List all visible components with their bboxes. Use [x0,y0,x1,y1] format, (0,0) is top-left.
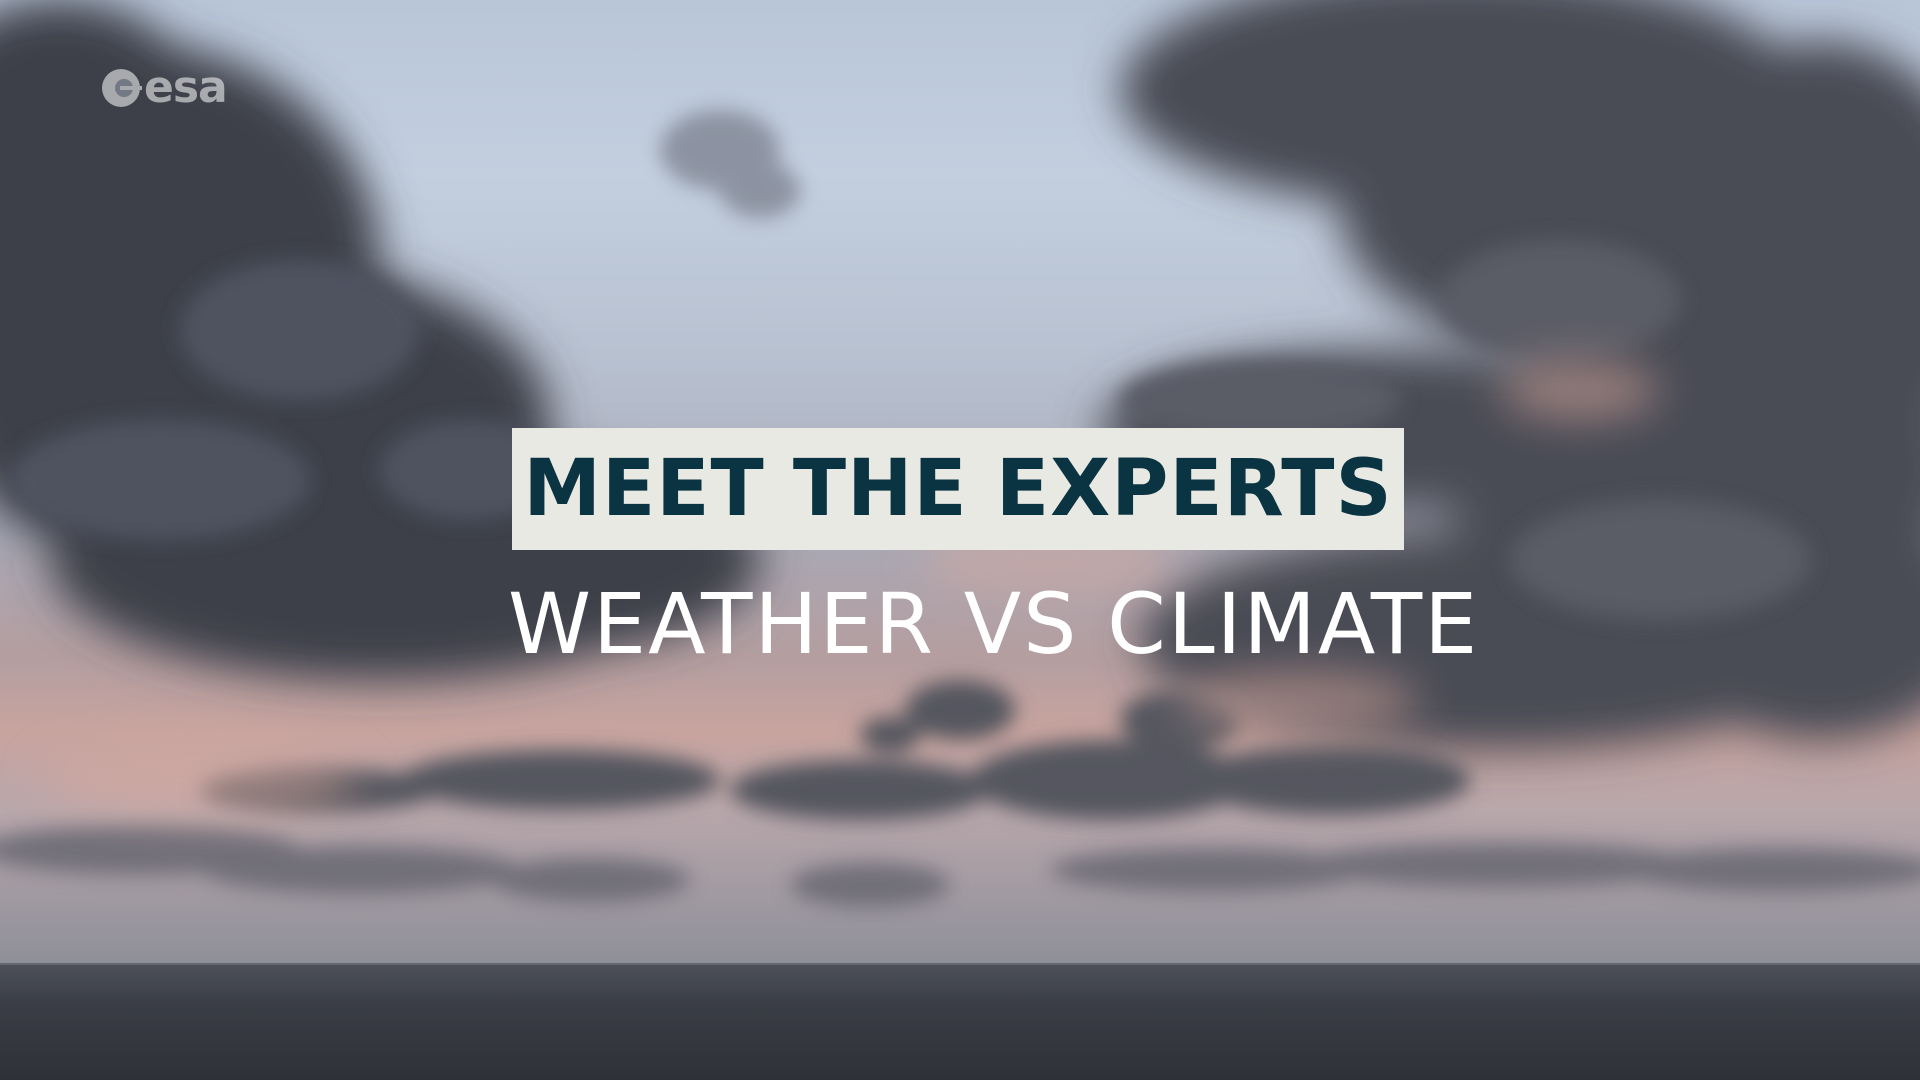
video-subtitle: WEATHER VS CLIMATE [508,575,1480,673]
title-banner: MEET THE EXPERTS [512,428,1404,550]
esa-logo: esa [100,62,228,113]
sea [0,965,1920,1080]
esa-logo-text: esa [144,62,228,113]
video-frame: esa MEET THE EXPERTS WEATHER VS CLIMATE [0,0,1920,1080]
video-title: MEET THE EXPERTS [523,444,1393,534]
esa-logo-icon [102,69,142,107]
